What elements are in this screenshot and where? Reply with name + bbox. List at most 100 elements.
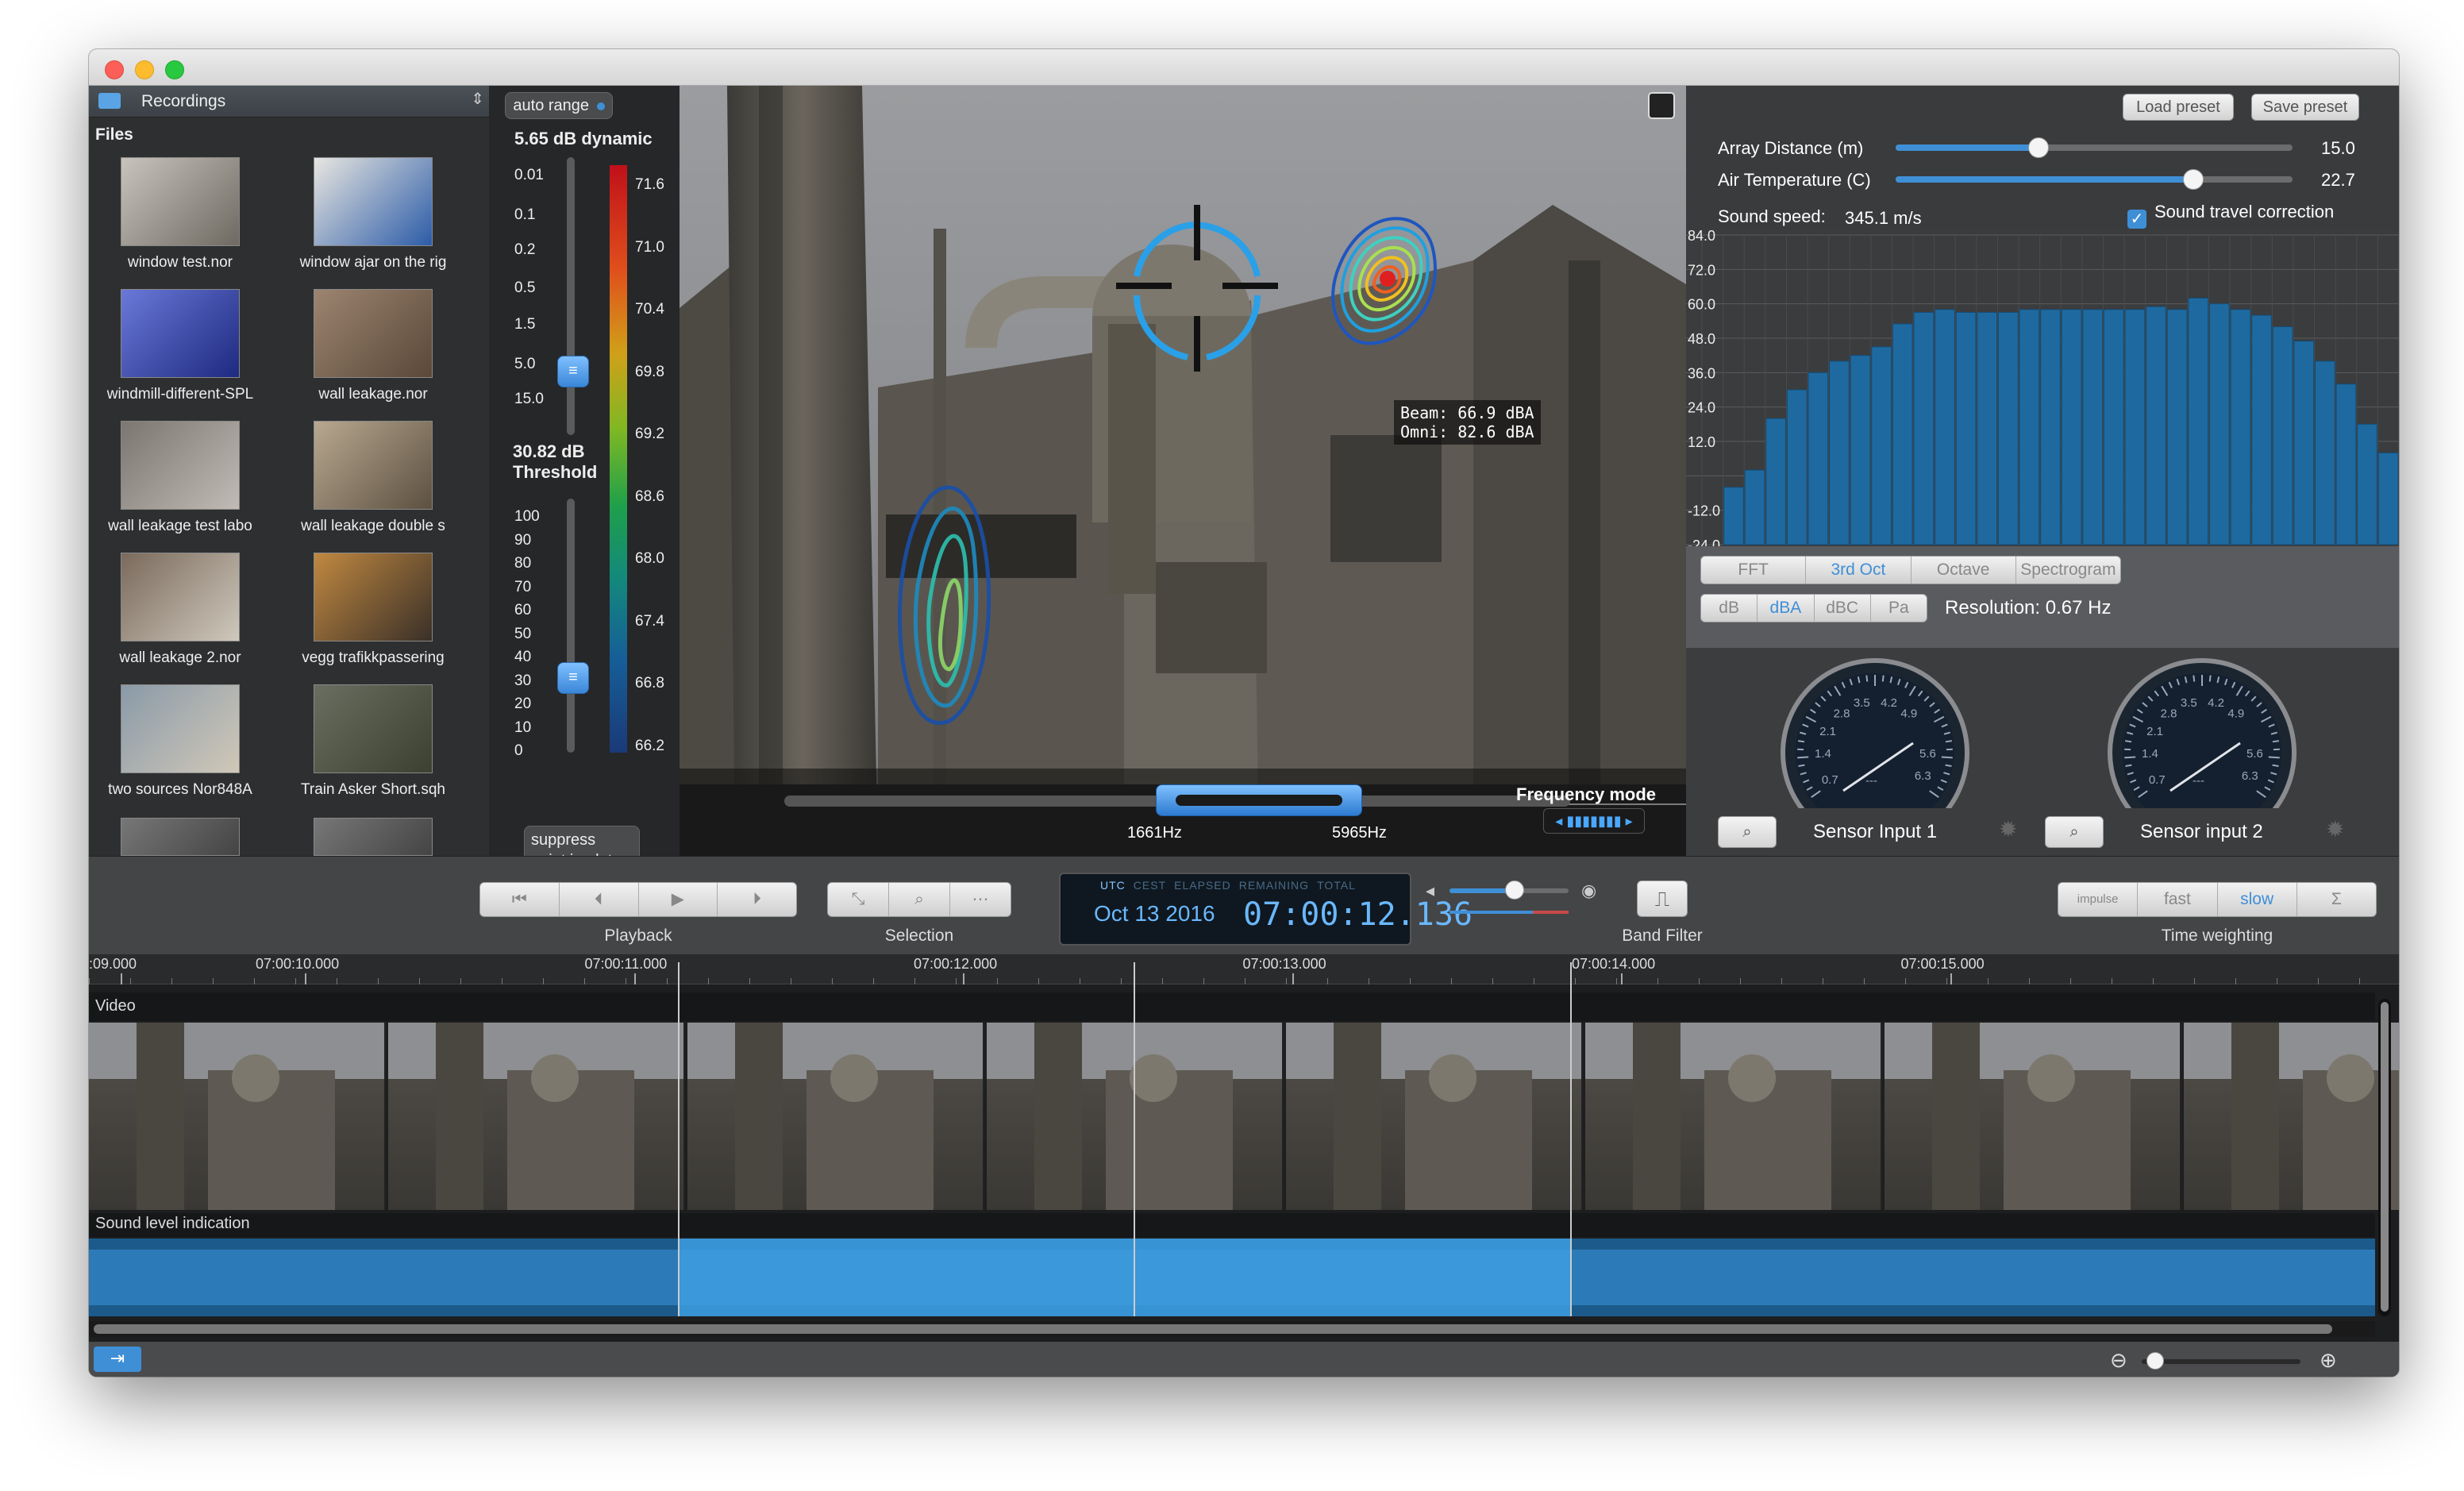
file-name[interactable]: wall leakage double s bbox=[278, 518, 468, 535]
air-temp-slider[interactable] bbox=[1896, 169, 2293, 190]
array-distance-slider[interactable] bbox=[1896, 137, 2293, 158]
zoom-out-icon[interactable]: ⊖ bbox=[2110, 1348, 2127, 1373]
sensor-1-search-button[interactable]: ⌕ bbox=[1718, 816, 1777, 848]
zoom-slider[interactable] bbox=[2142, 1352, 2300, 1370]
travel-correction-checkbox[interactable]: ✓ bbox=[2127, 210, 2146, 229]
volume-slider[interactable] bbox=[1450, 880, 1569, 900]
source-selector[interactable]: Recordings ⇕ bbox=[89, 86, 489, 118]
file-thumbnail[interactable] bbox=[314, 553, 433, 641]
dynamic-slider-track[interactable] bbox=[567, 157, 575, 435]
frequency-range-selector[interactable] bbox=[1156, 784, 1362, 816]
auto-range-toggle[interactable]: auto range bbox=[505, 92, 613, 119]
file-name[interactable]: window test.nor bbox=[89, 254, 275, 272]
playhead[interactable] bbox=[1134, 962, 1135, 1316]
time-mode-option[interactable]: UTC bbox=[1100, 879, 1126, 892]
file-name[interactable]: wall leakage 2.nor bbox=[89, 649, 275, 667]
dynamic-slider-thumb[interactable]: ≡ bbox=[557, 356, 589, 387]
file-thumbnail[interactable] bbox=[314, 818, 433, 856]
file-thumbnail[interactable] bbox=[121, 818, 240, 856]
sound-level-track[interactable] bbox=[89, 1239, 2375, 1316]
sensor-1-gear-icon[interactable]: ✹ bbox=[1999, 816, 2017, 842]
file-thumbnail[interactable] bbox=[314, 289, 433, 378]
color-scale-bar bbox=[610, 165, 627, 753]
save-preset-button[interactable]: Save preset bbox=[2251, 94, 2359, 121]
file-thumbnail[interactable] bbox=[121, 289, 240, 378]
time-weight-fast[interactable]: fast bbox=[2138, 883, 2218, 916]
close-button[interactable] bbox=[105, 60, 124, 79]
ruler-minor-tick bbox=[171, 978, 172, 984]
analysis-mode-tabs[interactable]: FFT 3rd Oct Octave Spectrogram bbox=[1700, 556, 2121, 584]
weight-db[interactable]: dB bbox=[1701, 595, 1758, 622]
file-name[interactable]: window ajar on the rig bbox=[278, 254, 468, 272]
sensor-2-gear-icon[interactable]: ✹ bbox=[2326, 816, 2344, 842]
minimize-button[interactable] bbox=[135, 60, 154, 79]
time-mode-option[interactable]: CEST bbox=[1134, 879, 1166, 892]
zoom-in-icon[interactable]: ⊕ bbox=[2320, 1348, 2337, 1373]
file-name[interactable]: two sources Nor848A bbox=[89, 781, 275, 799]
selection-start-marker[interactable] bbox=[678, 962, 680, 1316]
tab-3rd-oct[interactable]: 3rd Oct bbox=[1806, 557, 1912, 584]
file-thumbnail[interactable] bbox=[121, 684, 240, 773]
timeline-footer bbox=[89, 1342, 2399, 1377]
weight-pa[interactable]: Pa bbox=[1871, 595, 1927, 622]
time-display[interactable]: UTC CEST ELAPSED REMAINING TOTAL Oct 13 2016… bbox=[1059, 873, 1473, 946]
tab-octave[interactable]: Octave bbox=[1912, 557, 2016, 584]
step-back-icon[interactable]: ⏴ bbox=[560, 883, 639, 916]
file-thumbnail[interactable] bbox=[121, 553, 240, 641]
file-thumbnail[interactable] bbox=[121, 421, 240, 510]
air-temp-thumb[interactable] bbox=[2183, 169, 2204, 190]
ruler-minor-tick bbox=[1657, 978, 1658, 984]
time-mode-list: UTC CEST ELAPSED REMAINING TOTAL bbox=[1100, 879, 1364, 892]
play-icon[interactable]: ▶ bbox=[639, 883, 718, 916]
time-weighting-tabs[interactable]: impulse fast slow Σ bbox=[2058, 882, 2377, 917]
time-weight--[interactable]: Σ bbox=[2297, 883, 2376, 916]
threshold-slider-thumb[interactable]: ≡ bbox=[557, 662, 589, 694]
freq-mode-selector[interactable]: ◂ ▮▮▮▮▮▮▮ ▸ bbox=[1543, 808, 1645, 834]
time-mode-option[interactable]: ELAPSED bbox=[1174, 879, 1231, 892]
spectrum-bar bbox=[2104, 309, 2124, 545]
sensor-2-search-button[interactable]: ⌕ bbox=[2045, 816, 2104, 848]
skip-to-start-icon[interactable]: ⏮ bbox=[480, 883, 560, 916]
selection-end-marker[interactable] bbox=[1570, 962, 1572, 1316]
volume-thumb[interactable] bbox=[1504, 880, 1524, 900]
file-name[interactable]: wall leakage test labo bbox=[89, 518, 275, 535]
gauge-scale-label: 6.3 bbox=[2242, 769, 2258, 783]
file-thumbnail[interactable] bbox=[314, 157, 433, 246]
camera-view[interactable]: Beam: 66.9 dBA Omni: 82.6 dBA 1661Hz 596… bbox=[680, 86, 1686, 856]
time-weight-impulse[interactable]: impulse bbox=[2058, 883, 2139, 916]
file-thumbnail[interactable] bbox=[314, 421, 433, 510]
horizontal-scrollbar[interactable] bbox=[89, 1321, 2375, 1337]
weight-dbc[interactable]: dBC bbox=[1815, 595, 1871, 622]
tab-spectrogram[interactable]: Spectrogram bbox=[2016, 557, 2120, 584]
video-frame bbox=[1885, 1023, 2181, 1210]
file-thumbnail[interactable] bbox=[121, 157, 240, 246]
select-region-icon[interactable]: ⤡ bbox=[828, 883, 889, 916]
ruler-minor-tick bbox=[1740, 978, 1741, 984]
file-name[interactable]: Train Asker Short.sqh bbox=[278, 781, 468, 799]
fullscreen-icon[interactable] bbox=[1648, 92, 1675, 119]
ruler-minor-tick bbox=[1575, 978, 1576, 984]
file-name[interactable]: wall leakage.nor bbox=[278, 386, 468, 403]
zoom-thumb[interactable] bbox=[2146, 1352, 2164, 1370]
band-filter-button[interactable]: ⎍ bbox=[1637, 880, 1688, 917]
follow-playhead-button[interactable]: ⇥ bbox=[94, 1347, 141, 1372]
weight-dba[interactable]: dBA bbox=[1758, 595, 1815, 622]
selection-range-icon[interactable]: ⋯ bbox=[950, 883, 1011, 916]
video-frame bbox=[89, 1023, 386, 1210]
weighting-tabs[interactable]: dB dBA dBC Pa bbox=[1700, 594, 1927, 622]
step-forward-icon[interactable]: ⏵ bbox=[718, 883, 796, 916]
zoom-button[interactable] bbox=[165, 60, 184, 79]
ruler-minor-tick bbox=[460, 978, 461, 984]
file-name[interactable]: windmill-different-SPL bbox=[89, 386, 275, 403]
time-mode-option[interactable]: REMAINING bbox=[1239, 879, 1309, 892]
array-distance-thumb[interactable] bbox=[2028, 137, 2049, 158]
vertical-scrollbar[interactable] bbox=[2378, 999, 2391, 1316]
zoom-selection-icon[interactable]: ⌕ bbox=[889, 883, 950, 916]
threshold-slider-track[interactable] bbox=[567, 499, 575, 753]
file-thumbnail[interactable] bbox=[314, 684, 433, 773]
time-weight-slow[interactable]: slow bbox=[2218, 883, 2297, 916]
time-mode-option[interactable]: TOTAL bbox=[1317, 879, 1356, 892]
file-name[interactable]: vegg trafikkpassering bbox=[278, 649, 468, 667]
load-preset-button[interactable]: Load preset bbox=[2123, 94, 2234, 121]
tab-fft[interactable]: FFT bbox=[1701, 557, 1807, 584]
